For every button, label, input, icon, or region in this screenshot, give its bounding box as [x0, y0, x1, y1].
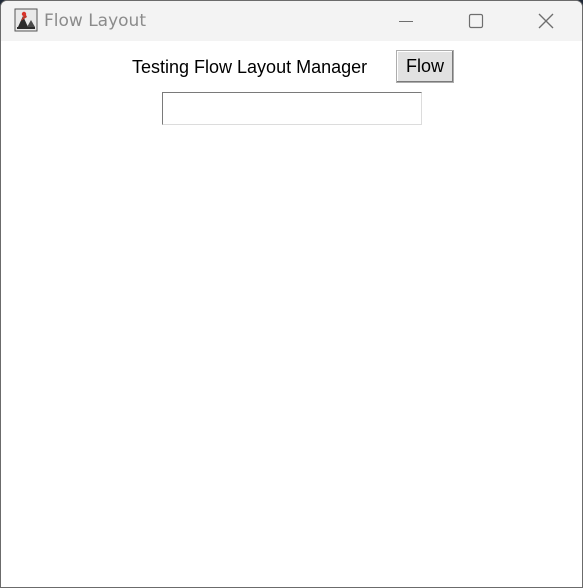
- java-duke-icon: [14, 8, 38, 32]
- close-icon: [537, 12, 555, 30]
- flow-layout-label: Testing Flow Layout Manager: [132, 57, 368, 77]
- window-title: Flow Layout: [44, 11, 146, 31]
- app-window: Flow Layout Testing Flow Layout Manager …: [0, 0, 583, 588]
- text-input[interactable]: [162, 92, 422, 125]
- title-bar[interactable]: Flow Layout: [1, 1, 582, 41]
- maximize-button[interactable]: [453, 1, 499, 41]
- minimize-icon: [398, 13, 414, 29]
- content-panel: Testing Flow Layout Manager Flow: [1, 41, 582, 587]
- flow-button[interactable]: Flow: [396, 50, 454, 83]
- maximize-icon: [468, 13, 484, 29]
- close-button[interactable]: [523, 1, 569, 41]
- minimize-button[interactable]: [383, 1, 429, 41]
